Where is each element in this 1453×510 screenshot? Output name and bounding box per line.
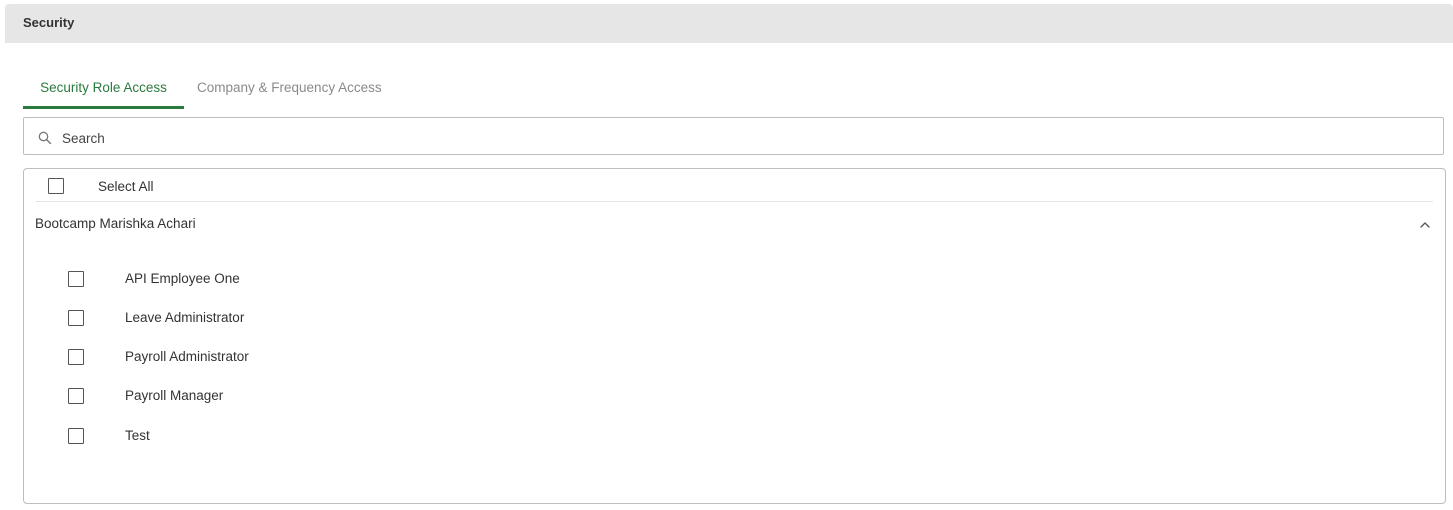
chevron-up-icon[interactable] [1419,219,1431,231]
role-label: Payroll Administrator [125,349,249,364]
role-label: Payroll Manager [125,388,224,403]
role-item[interactable]: Payroll Administrator [68,345,468,369]
role-item[interactable]: Leave Administrator [68,306,468,330]
role-checkbox[interactable] [68,388,84,404]
role-item[interactable]: Test [68,424,468,448]
tab-company-frequency-access[interactable]: Company & Frequency Access [197,72,382,106]
role-checkbox[interactable] [68,271,84,287]
section-header: Security [5,4,1453,43]
role-item[interactable]: Payroll Manager [68,384,468,408]
group-title: Bootcamp Marishka Achari [35,216,196,231]
role-checkbox[interactable] [68,428,84,444]
role-list-panel: Select All Bootcamp Marishka Achari API … [23,168,1446,504]
search-input[interactable] [60,126,1364,150]
role-item[interactable]: API Employee One [68,267,468,291]
role-checkbox[interactable] [68,349,84,365]
select-all-row[interactable]: Select All [36,169,1433,202]
select-all-label: Select All [98,179,154,194]
role-label: API Employee One [125,271,240,286]
section-title: Security [23,15,75,30]
role-checkbox[interactable] [68,310,84,326]
role-label: Leave Administrator [125,310,245,325]
group-header[interactable]: Bootcamp Marishka Achari [35,209,1435,239]
tab-security-role-access[interactable]: Security Role Access [23,72,184,109]
search-box[interactable] [23,117,1444,155]
search-icon [38,131,52,145]
select-all-checkbox[interactable] [48,178,64,194]
role-label: Test [125,428,150,443]
